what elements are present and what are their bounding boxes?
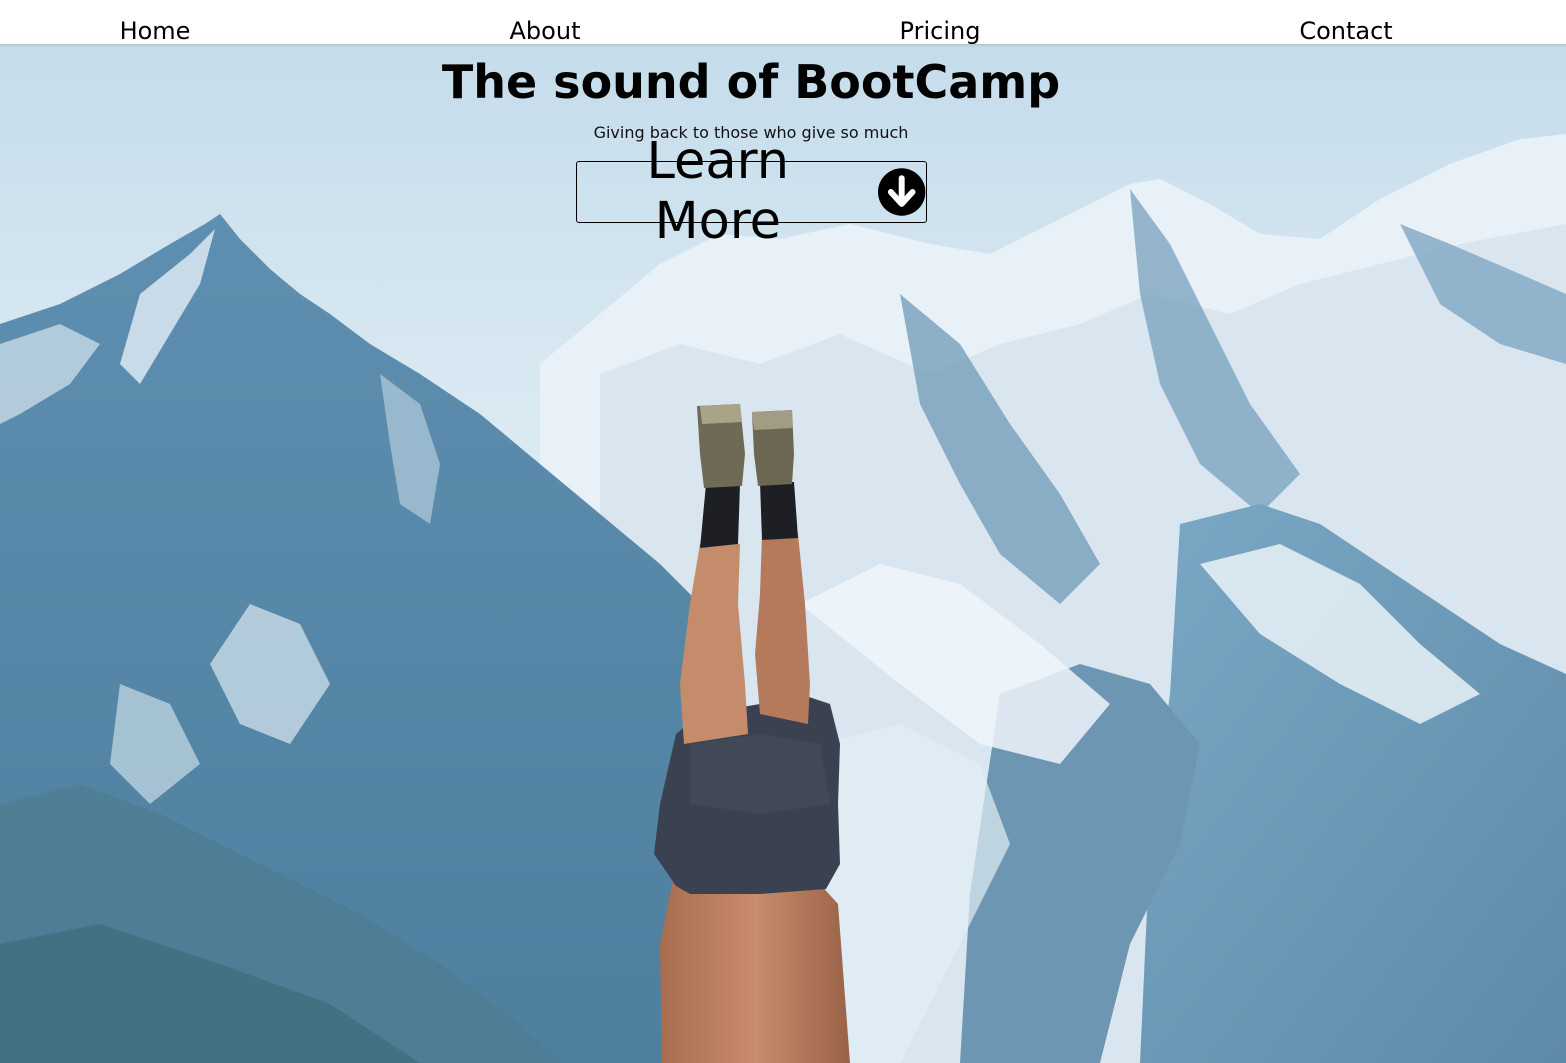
nav-link-home[interactable]: Home — [120, 13, 191, 49]
nav-link-pricing[interactable]: Pricing — [900, 13, 981, 49]
hero-section: The sound of BootCamp Giving back to tho… — [0, 44, 1566, 1063]
nav-link-contact[interactable]: Contact — [1299, 13, 1392, 49]
top-navbar: Home About Pricing Contact — [0, 0, 1566, 45]
arrow-circle-down-icon — [877, 168, 926, 216]
nav-link-about[interactable]: About — [510, 13, 581, 49]
learn-more-button[interactable]: Learn More — [576, 132, 927, 251]
hero-title: The sound of BootCamp — [441, 55, 1061, 109]
learn-more-label: Learn More — [646, 132, 790, 251]
page: Home About Pricing Contact The sound of … — [0, 0, 1566, 1063]
